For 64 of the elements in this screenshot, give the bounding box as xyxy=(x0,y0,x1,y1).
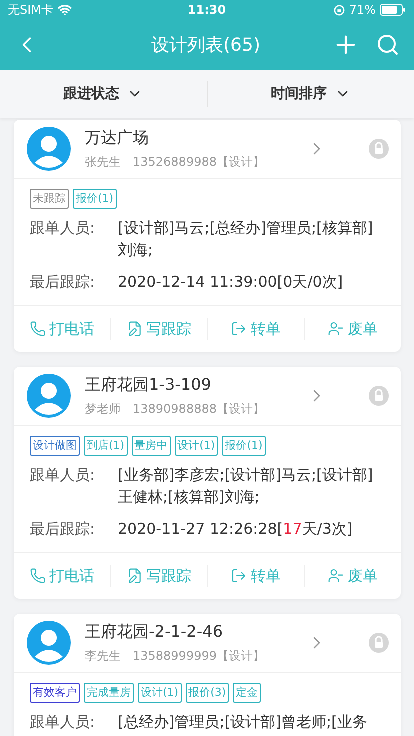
carrier-text: 无SIM卡 xyxy=(8,2,54,18)
project-card[interactable]: 王府花园-2-1-2-46 李先生 13588999999【设计】 有效客户 完成量房 设计(1) 报价(3) 定金 跟单人员: [总经办]管理员;[设计部]曾老师;[业务 xyxy=(14,614,401,736)
wifi-icon xyxy=(58,3,72,17)
filter-dropdown[interactable]: 跟进状态 xyxy=(0,81,206,107)
project-title: 万达广场 xyxy=(85,128,150,148)
battery-text: 71% xyxy=(349,3,376,17)
field-value: 2020-11-27 12:26:28[17天/3次] xyxy=(118,519,353,540)
status-tag: 设计(1) xyxy=(174,436,218,456)
status-tag: 未跟踪 xyxy=(30,189,69,209)
field-label: 最后跟踪: xyxy=(30,272,96,293)
status-tag: 报价(3) xyxy=(186,683,230,703)
lock-icon[interactable] xyxy=(369,139,389,159)
call-button[interactable]: 打电话 xyxy=(14,560,110,592)
contact-name: 张先生 xyxy=(85,154,121,170)
field-label: 跟单人员: xyxy=(30,712,96,733)
call-button[interactable]: 打电话 xyxy=(14,313,110,345)
phone-icon xyxy=(30,568,46,584)
status-tag: 报价(1) xyxy=(222,436,266,456)
status-tag: 完成量房 xyxy=(84,683,134,703)
write-followup-button[interactable]: 写跟踪 xyxy=(111,560,207,592)
field-label: 最后跟踪: xyxy=(30,519,96,540)
filter-dropdown[interactable]: 时间排序 xyxy=(208,81,414,107)
pen-note-icon xyxy=(126,321,142,337)
project-title: 王府花园1-3-109 xyxy=(85,374,212,396)
project-card[interactable]: 王府花园1-3-109 梦老师 13890988888【设计】 设计做图 到店(1) 量房中 设计(1) 报价(1) 跟单人员: [业务部]李彦宏;[设计部]马云;[设计部]王健林;[核算部]刘海; 最后跟踪: 2020-11-27 12:26:28[17天/3次] 打电话 写跟踪 转单 废单 xyxy=(14,367,401,599)
field-value: [总经办]管理员;[设计部]曾老师;[业务 xyxy=(118,712,368,733)
user-minus-icon xyxy=(328,568,344,584)
avatar-icon xyxy=(27,621,71,665)
contact-name: 李先生 xyxy=(85,648,121,664)
phone-icon xyxy=(30,321,46,337)
avatar-icon xyxy=(27,127,71,171)
battery-icon xyxy=(380,4,406,16)
contact-phone: 13526889988【设计】 xyxy=(133,154,265,170)
user-minus-icon xyxy=(328,321,344,337)
field-value: [业务部]李彦宏;[设计部]马云;[设计部]王健林;[核算部]刘海; xyxy=(118,465,374,508)
field-label: 跟单人员: xyxy=(30,465,96,486)
status-tag: 报价(1) xyxy=(73,189,117,209)
clock-text: 11:30 xyxy=(188,3,226,17)
lock-icon[interactable] xyxy=(369,633,389,653)
avatar-icon xyxy=(27,374,71,418)
discard-button[interactable]: 废单 xyxy=(305,560,401,592)
page-title: 设计列表(65) xyxy=(150,34,262,57)
project-card[interactable]: 万达广场 张先生 13526889988【设计】 未跟踪 报价(1) 跟单人员: [设计部]马云;[总经办]管理员;[核算部]刘海; 最后跟踪: 2020-12-14 11:39:00[0天/0次] 打电话 写跟踪 转单 废单 xyxy=(14,120,401,352)
field-label: 跟单人员: xyxy=(30,218,96,239)
contact-phone: 13890988888【设计】 xyxy=(133,400,265,418)
field-value: [设计部]马云;[总经办]管理员;[核算部]刘海; xyxy=(118,218,374,261)
transfer-button[interactable]: 转单 xyxy=(208,560,304,592)
status-tag: 设计做图 xyxy=(30,436,80,456)
contact-name: 梦老师 xyxy=(85,400,121,418)
field-value: 2020-12-14 11:39:00[0天/0次] xyxy=(118,272,344,293)
pen-note-icon xyxy=(126,568,142,584)
status-tag: 有效客户 xyxy=(30,683,80,703)
status-tag: 量房中 xyxy=(132,436,171,456)
status-tag: 定金 xyxy=(233,683,262,703)
contact-phone: 13588999999【设计】 xyxy=(133,648,265,664)
lock-icon[interactable] xyxy=(369,386,389,406)
status-tag: 到店(1) xyxy=(84,436,128,456)
search-icon xyxy=(376,33,400,57)
status-tag: 设计(1) xyxy=(138,683,182,703)
project-title: 王府花园-2-1-2-46 xyxy=(85,622,224,642)
rotation-lock-icon xyxy=(334,4,346,16)
write-followup-button[interactable]: 写跟踪 xyxy=(111,313,207,345)
discard-button[interactable]: 废单 xyxy=(305,313,401,345)
transfer-button[interactable]: 转单 xyxy=(208,313,304,345)
